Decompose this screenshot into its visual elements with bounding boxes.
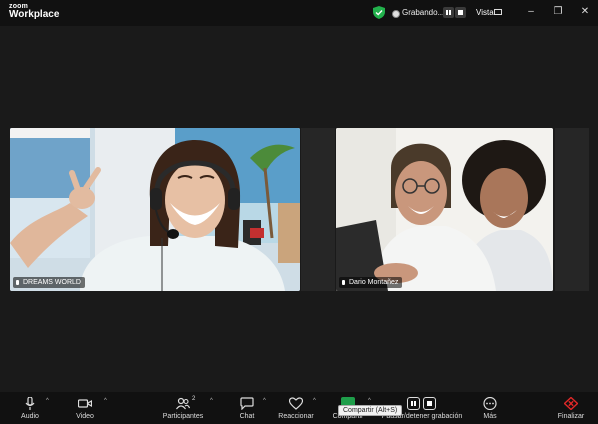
zoom-workplace-logo: zoom Workplace [9, 3, 59, 20]
chat-icon [240, 397, 254, 410]
pause-recording-button[interactable] [443, 7, 454, 18]
chat-options-chevron-icon[interactable]: ^ [263, 398, 266, 404]
participants-icon [176, 397, 190, 410]
audio-button[interactable]: Audio [15, 392, 45, 424]
security-shield-icon[interactable] [373, 6, 385, 19]
video-options-chevron-icon[interactable]: ^ [104, 398, 107, 404]
more-label: Más [483, 413, 497, 420]
video-label: Video [76, 413, 94, 420]
react-label: Reaccionar [278, 413, 314, 420]
participants-options-chevron-icon[interactable]: ^ [210, 398, 213, 404]
participants-label: Participantes [162, 413, 204, 420]
participant-name: DREAMS WORLD [23, 279, 81, 286]
participant-name: Dario Montañez [349, 279, 399, 286]
share-options-chevron-icon[interactable]: ^ [368, 398, 371, 404]
participant-name-tag: Dario Montañez [339, 277, 403, 288]
recording-status-label: Grabando... [402, 8, 445, 17]
stop-recording-icon[interactable] [423, 397, 436, 410]
more-options-icon [483, 397, 497, 410]
react-options-chevron-icon[interactable]: ^ [313, 398, 316, 404]
view-grid-icon[interactable] [494, 9, 502, 15]
meeting-toolbar: Audio ^ Video ^ Participantes 2 ^ Chat ^… [0, 392, 598, 424]
chat-button[interactable]: Chat [233, 392, 261, 424]
tile-gap [555, 128, 589, 291]
audio-options-chevron-icon[interactable]: ^ [46, 398, 49, 404]
tile-gap [301, 128, 335, 291]
chat-label: Chat [239, 413, 255, 420]
end-meeting-button[interactable]: Finalizar [554, 392, 588, 424]
share-tooltip: Compartir (Alt+S) [338, 405, 403, 416]
audio-label: Audio [21, 413, 39, 420]
recording-indicator-icon [392, 10, 400, 18]
participant-video-tile[interactable]: Dario Montañez [336, 128, 553, 291]
stop-recording-button[interactable] [455, 7, 466, 18]
maximize-button[interactable]: ❐ [549, 4, 567, 20]
view-menu-label[interactable]: Vista [476, 8, 494, 17]
video-stage: DREAMS WORLD Dario Montañez [0, 26, 598, 392]
end-label: Finalizar [557, 413, 585, 420]
minimize-button[interactable]: – [522, 4, 540, 20]
participants-count: 2 [192, 396, 196, 402]
participant-video-image [336, 128, 553, 291]
microphone-icon [342, 280, 345, 285]
participant-video-image [10, 128, 300, 291]
video-camera-icon [78, 399, 92, 408]
logo-line2: Workplace [9, 9, 60, 20]
title-bar: zoom Workplace Grabando... Vista – ❐ ✕ [0, 0, 598, 26]
microphone-icon [25, 397, 35, 410]
participant-name-tag: DREAMS WORLD [13, 277, 85, 288]
heart-reaction-icon [289, 397, 303, 410]
pause-recording-icon[interactable] [407, 397, 420, 410]
close-button[interactable]: ✕ [576, 4, 594, 20]
participant-video-tile[interactable]: DREAMS WORLD [10, 128, 300, 291]
react-button[interactable]: Reaccionar [278, 392, 314, 424]
end-meeting-icon [564, 397, 578, 410]
microphone-icon [16, 280, 19, 285]
video-button[interactable]: Video [70, 392, 100, 424]
participants-button[interactable]: Participantes [160, 392, 206, 424]
more-button[interactable]: Más [476, 392, 504, 424]
